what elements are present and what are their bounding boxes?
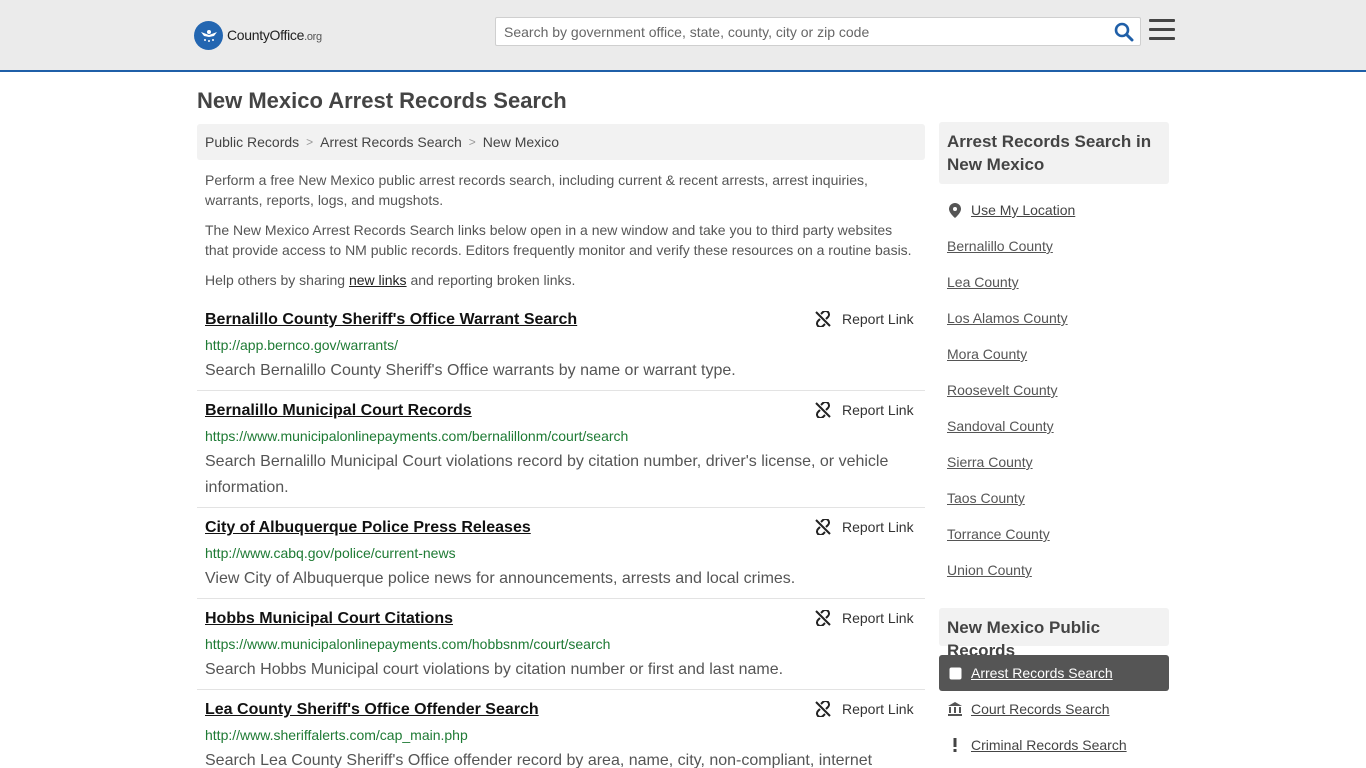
report-link-button[interactable]: Report Link [815,701,914,717]
sidebar-item-mora-county[interactable]: Mora County [947,346,1027,362]
result-url: http://www.sheriffalerts.com/cap_main.ph… [205,727,468,743]
result-description: Search Lea County Sheriff's Office offen… [205,752,873,768]
report-link-button[interactable]: Report Link [815,519,914,535]
breadcrumb: Public Records > Arrest Records Search >… [197,124,925,160]
intro-paragraph-3: Help others by sharing new links and rep… [205,272,576,288]
use-my-location-link[interactable]: Use My Location [939,192,1169,228]
result-item: Bernalillo County Sheriff's Office Warra… [197,311,925,391]
result-description: View City of Albuquerque police news for… [205,570,796,587]
sidebar-item-bernalillo-county[interactable]: Bernalillo County [947,238,1053,254]
chevron-right-icon: > [306,135,314,149]
search-button[interactable] [1114,22,1134,42]
sidebar-heading-arrest-records: Arrest Records Search in New Mexico [939,122,1169,184]
sidebar-item-sierra-county[interactable]: Sierra County [947,454,1033,470]
location-pin-icon [948,202,962,218]
hamburger-menu-icon[interactable] [1149,19,1175,41]
broken-link-icon [815,402,831,418]
result-title-link[interactable]: Hobbs Municipal Court Citations [205,610,453,628]
breadcrumb-current: New Mexico [482,134,560,150]
logo-brand: CountyOffice [227,27,305,43]
result-url: https://www.municipalonlinepayments.com/… [205,636,611,652]
report-link-button[interactable]: Report Link [815,610,914,626]
broken-link-icon [815,610,831,626]
result-title-link[interactable]: Bernalillo Municipal Court Records [205,402,472,420]
result-url: http://app.bernco.gov/warrants/ [205,337,398,353]
result-description: Search Hobbs Municipal court violations … [205,661,784,678]
sidebar-item-roosevelt-county[interactable]: Roosevelt County [947,382,1058,398]
result-url: https://www.municipalonlinepayments.com/… [205,428,629,444]
result-title-link[interactable]: Bernalillo County Sheriff's Office Warra… [205,311,577,329]
search-icon [1114,22,1134,42]
report-link-button[interactable]: Report Link [815,402,914,418]
site-header: CountyOffice.org [0,0,1366,72]
result-item: Bernalillo Municipal Court Records Repor… [197,402,925,508]
chevron-right-icon: > [468,135,476,149]
result-title-link[interactable]: City of Albuquerque Police Press Release… [205,519,531,537]
sidebar-item-union-county[interactable]: Union County [947,562,1032,578]
sidebar-item-los-alamos-county[interactable]: Los Alamos County [947,310,1068,326]
report-link-button[interactable]: Report Link [815,311,914,327]
sidebar-item-lea-county[interactable]: Lea County [947,274,1019,290]
courthouse-icon [948,702,962,716]
search-input[interactable] [496,18,1106,45]
broken-link-icon [815,701,831,717]
result-item: City of Albuquerque Police Press Release… [197,519,925,599]
logo-tld: .org [304,31,322,43]
breadcrumb-public-records[interactable]: Public Records [205,134,299,150]
result-description: Search Bernalillo County Sheriff's Offic… [205,362,736,379]
breadcrumb-arrest-records[interactable]: Arrest Records Search [320,134,462,150]
site-logo[interactable]: CountyOffice.org [194,20,322,50]
result-description: Search Bernalillo Municipal Court violat… [205,453,889,496]
eagle-seal-icon [194,20,223,50]
intro-paragraph-2: The New Mexico Arrest Records Search lin… [205,222,912,258]
intro-paragraph-1: Perform a free New Mexico public arrest … [205,172,868,208]
result-item: Lea County Sheriff's Office Offender Sea… [197,701,925,768]
search-box [495,17,1141,46]
sidebar-item-court-records-search[interactable]: Court Records Search [939,691,1169,727]
sidebar-item-torrance-county[interactable]: Torrance County [947,526,1050,542]
new-links-link[interactable]: new links [349,272,407,288]
result-item: Hobbs Municipal Court Citations Report L… [197,610,925,690]
broken-link-icon [815,519,831,535]
result-title-link[interactable]: Lea County Sheriff's Office Offender Sea… [205,701,539,719]
sidebar-item-criminal-records-search[interactable]: Criminal Records Search [939,727,1169,763]
result-url: http://www.cabq.gov/police/current-news [205,545,456,561]
square-icon [948,666,962,680]
sidebar-heading-public-records: New Mexico Public Records [939,608,1169,660]
sidebar-item-sandoval-county[interactable]: Sandoval County [947,418,1054,434]
broken-link-icon [815,311,831,327]
exclamation-icon [948,738,962,752]
sidebar-item-taos-county[interactable]: Taos County [947,490,1025,506]
sidebar-item-arrest-records-search[interactable]: Arrest Records Search [939,655,1169,691]
page-title: New Mexico Arrest Records Search [197,88,567,113]
